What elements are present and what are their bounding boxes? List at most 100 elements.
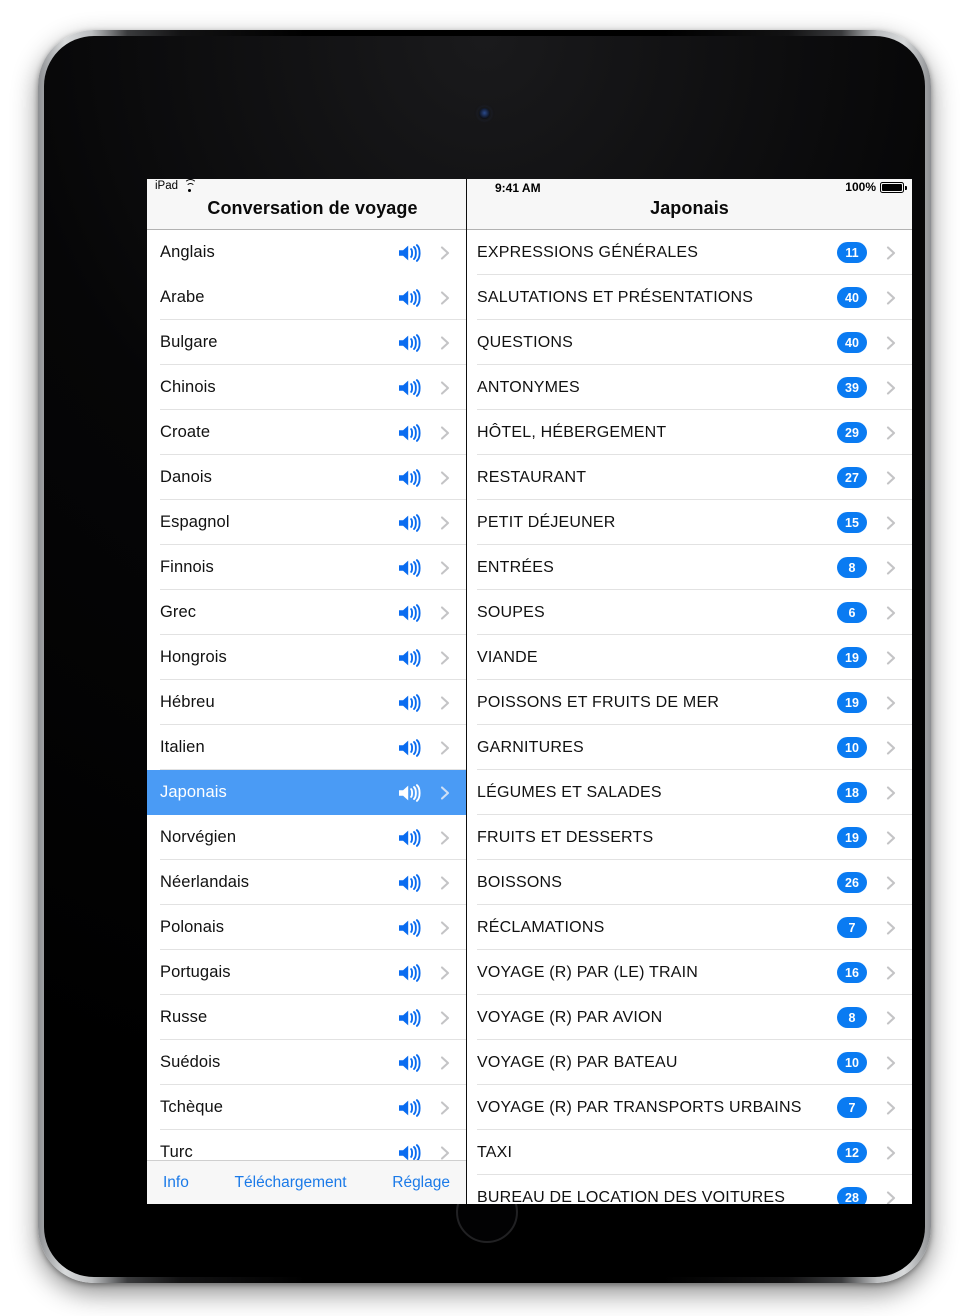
speaker-icon[interactable] — [397, 737, 423, 759]
chevron-right-icon — [883, 377, 900, 399]
language-row[interactable]: Hébreu — [147, 680, 466, 725]
speaker-icon[interactable] — [397, 242, 423, 264]
speaker-icon[interactable] — [397, 422, 423, 444]
speaker-icon[interactable] — [397, 377, 423, 399]
chevron-right-icon — [883, 1052, 900, 1074]
category-row[interactable]: QUESTIONS 40 — [467, 320, 912, 365]
speaker-icon[interactable] — [397, 782, 423, 804]
category-row[interactable]: VOYAGE (R) PAR TRANSPORTS URBAINS 7 — [467, 1085, 912, 1130]
language-row[interactable]: Turc — [147, 1130, 466, 1160]
language-row[interactable]: Grec — [147, 590, 466, 635]
settings-button[interactable]: Réglage — [392, 1174, 450, 1192]
category-row[interactable]: GARNITURES 10 — [467, 725, 912, 770]
language-row[interactable]: Portugais — [147, 950, 466, 995]
chevron-right-icon — [883, 467, 900, 489]
category-label: SALUTATIONS ET PRÉSENTATIONS — [477, 288, 754, 306]
language-row[interactable]: Japonais — [147, 770, 466, 815]
chevron-right-icon — [883, 512, 900, 534]
language-row[interactable]: Espagnol — [147, 500, 466, 545]
info-button[interactable]: Info — [163, 1174, 189, 1192]
language-label: Norvégien — [160, 828, 237, 846]
category-row[interactable]: FRUITS ET DESSERTS 19 — [467, 815, 912, 860]
category-row[interactable]: HÔTEL, HÉBERGEMENT 29 — [467, 410, 912, 455]
speaker-icon[interactable] — [397, 1142, 423, 1160]
count-badge: 39 — [837, 377, 867, 398]
download-button[interactable]: Téléchargement — [235, 1174, 347, 1192]
count-badge: 18 — [837, 782, 867, 803]
speaker-icon[interactable] — [397, 467, 423, 489]
count-badge: 7 — [837, 917, 867, 938]
count-badge: 19 — [837, 692, 867, 713]
category-row[interactable]: VOYAGE (R) PAR AVION 8 — [467, 995, 912, 1040]
category-row[interactable]: PETIT DÉJEUNER 15 — [467, 500, 912, 545]
category-row[interactable]: ENTRÉES 8 — [467, 545, 912, 590]
category-row[interactable]: VOYAGE (R) PAR BATEAU 10 — [467, 1040, 912, 1085]
chevron-right-icon — [437, 422, 454, 444]
category-row[interactable]: BOISSONS 26 — [467, 860, 912, 905]
category-row[interactable]: LÉGUMES ET SALADES 18 — [467, 770, 912, 815]
category-row[interactable]: SALUTATIONS ET PRÉSENTATIONS 40 — [467, 275, 912, 320]
category-row[interactable]: BUREAU DE LOCATION DES VOITURES 28 — [467, 1175, 912, 1204]
speaker-icon[interactable] — [397, 917, 423, 939]
category-row[interactable]: RÉCLAMATIONS 7 — [467, 905, 912, 950]
speaker-icon[interactable] — [397, 827, 423, 849]
language-label: Grec — [160, 603, 197, 621]
speaker-icon[interactable] — [397, 872, 423, 894]
speaker-icon[interactable] — [397, 962, 423, 984]
count-badge: 26 — [837, 872, 867, 893]
count-badge: 29 — [837, 422, 867, 443]
chevron-right-icon — [883, 782, 900, 804]
category-label: ENTRÉES — [477, 558, 554, 576]
language-row[interactable]: Finnois — [147, 545, 466, 590]
language-row[interactable]: Italien — [147, 725, 466, 770]
right-navigation-bar: 9:41 AM Japonais 100% — [467, 179, 912, 230]
speaker-icon[interactable] — [397, 287, 423, 309]
language-list[interactable]: Anglais Arabe Bulgare Chinois Croate Danois Es… — [147, 230, 466, 1160]
language-row[interactable]: Croate — [147, 410, 466, 455]
speaker-icon[interactable] — [397, 332, 423, 354]
speaker-icon[interactable] — [397, 1097, 423, 1119]
language-row[interactable]: Bulgare — [147, 320, 466, 365]
category-label: BOISSONS — [477, 873, 563, 891]
category-row[interactable]: RESTAURANT 27 — [467, 455, 912, 500]
language-label: Portugais — [160, 963, 231, 981]
speaker-icon[interactable] — [397, 512, 423, 534]
language-row[interactable]: Chinois — [147, 365, 466, 410]
category-row[interactable]: VIANDE 19 — [467, 635, 912, 680]
language-row[interactable]: Hongrois — [147, 635, 466, 680]
count-badge: 6 — [837, 602, 867, 623]
speaker-icon[interactable] — [397, 1052, 423, 1074]
count-badge: 10 — [837, 737, 867, 758]
chevron-right-icon — [883, 647, 900, 669]
language-row[interactable]: Danois — [147, 455, 466, 500]
count-badge: 28 — [837, 1187, 867, 1204]
category-label: VOYAGE (R) PAR BATEAU — [477, 1053, 678, 1071]
language-row[interactable]: Arabe — [147, 275, 466, 320]
category-row[interactable]: SOUPES 6 — [467, 590, 912, 635]
category-row[interactable]: ANTONYMES 39 — [467, 365, 912, 410]
chevron-right-icon — [437, 287, 454, 309]
speaker-icon[interactable] — [397, 557, 423, 579]
language-label: Hongrois — [160, 648, 227, 666]
language-row[interactable]: Russe — [147, 995, 466, 1040]
language-row[interactable]: Tchèque — [147, 1085, 466, 1130]
language-row[interactable]: Norvégien — [147, 815, 466, 860]
speaker-icon[interactable] — [397, 692, 423, 714]
category-label: ANTONYMES — [477, 378, 580, 396]
speaker-icon[interactable] — [397, 602, 423, 624]
language-row[interactable]: Suédois — [147, 1040, 466, 1085]
count-badge: 40 — [837, 332, 867, 353]
category-list[interactable]: EXPRESSIONS GÉNÉRALES 11 SALUTATIONS ET PR… — [467, 230, 912, 1204]
chevron-right-icon — [883, 872, 900, 894]
speaker-icon[interactable] — [397, 1007, 423, 1029]
language-label: Croate — [160, 423, 211, 441]
language-row[interactable]: Anglais — [147, 230, 466, 275]
category-row[interactable]: TAXI 12 — [467, 1130, 912, 1175]
category-row[interactable]: VOYAGE (R) PAR (LE) TRAIN 16 — [467, 950, 912, 995]
language-row[interactable]: Néerlandais — [147, 860, 466, 905]
speaker-icon[interactable] — [397, 647, 423, 669]
chevron-right-icon — [437, 467, 454, 489]
category-row[interactable]: EXPRESSIONS GÉNÉRALES 11 — [467, 230, 912, 275]
category-row[interactable]: POISSONS ET FRUITS DE MER 19 — [467, 680, 912, 725]
language-row[interactable]: Polonais — [147, 905, 466, 950]
